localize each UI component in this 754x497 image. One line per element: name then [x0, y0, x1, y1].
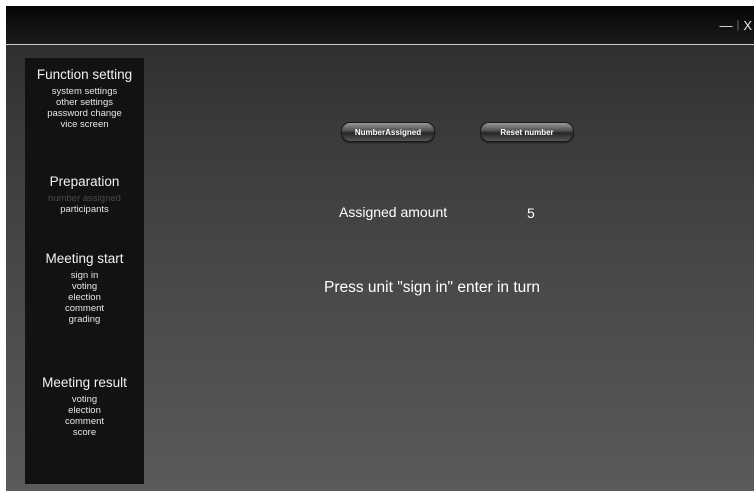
section-preparation: Preparation number assigned participants [25, 173, 144, 215]
section-title-meeting-result: Meeting result [42, 375, 127, 390]
sidebar-item-voting[interactable]: voting [25, 281, 144, 292]
control-separator: | [736, 19, 740, 31]
instruction-text: Press unit "sign in" enter in turn [324, 279, 541, 296]
app-window: — | X Function setting system settings o… [6, 6, 754, 491]
section-meeting-result: Meeting result voting election comment s… [25, 374, 144, 438]
minimize-icon[interactable]: — [719, 18, 732, 33]
section-meeting-start: Meeting start sign in voting election co… [25, 250, 144, 325]
assigned-amount-label: Assigned amount [339, 204, 448, 220]
sidebar-item-vice-screen[interactable]: vice screen [25, 119, 144, 130]
reset-number-button[interactable]: Reset number [480, 122, 574, 142]
title-bar: — | X [6, 6, 754, 45]
sidebar-item-grading[interactable]: grading [25, 314, 144, 325]
sidebar-item-participants[interactable]: participants [25, 204, 144, 215]
sidebar-item-number-assigned: number assigned [48, 193, 121, 204]
sidebar-item-sign-in[interactable]: sign in [25, 270, 144, 281]
number-assigned-button[interactable]: NumberAssigned [341, 122, 435, 142]
sidebar-item-system-settings[interactable]: system settings [25, 86, 144, 97]
sidebar-item-result-score[interactable]: score [25, 427, 144, 438]
sidebar-item-other-settings[interactable]: other settings [25, 97, 144, 108]
window-controls: — | X [719, 15, 752, 35]
section-function-setting: Function setting system settings other s… [25, 66, 144, 130]
sidebar-item-result-election[interactable]: election [25, 405, 144, 416]
section-title-preparation: Preparation [49, 174, 120, 189]
section-title-function-setting: Function setting [36, 67, 133, 82]
sidebar-item-election[interactable]: election [25, 292, 144, 303]
section-title-meeting-start: Meeting start [45, 251, 124, 266]
sidebar-item-comment[interactable]: comment [25, 303, 144, 314]
sidebar-item-password-change[interactable]: password change [25, 108, 144, 119]
sidebar-item-result-comment[interactable]: comment [25, 416, 144, 427]
assigned-amount-value: 5 [527, 205, 535, 221]
close-icon[interactable]: X [743, 18, 752, 33]
sidebar: Function setting system settings other s… [25, 58, 144, 484]
sidebar-item-result-voting[interactable]: voting [25, 394, 144, 405]
